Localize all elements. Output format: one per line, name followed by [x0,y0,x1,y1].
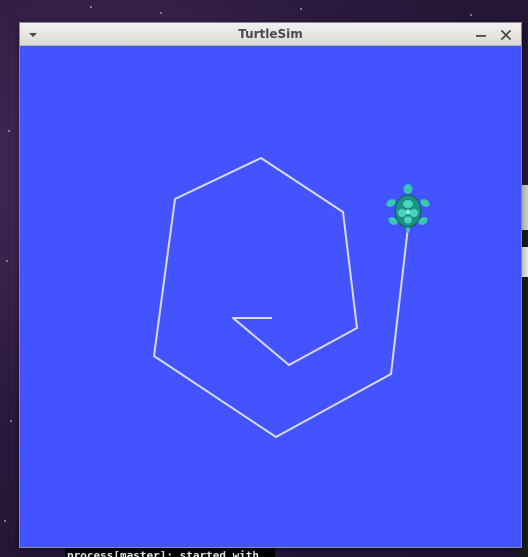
canvas-drawing [153,157,431,438]
window-title: TurtleSim [238,27,303,41]
title-bar[interactable]: TurtleSim [20,23,521,46]
star [300,8,302,10]
star [470,14,472,16]
chevron-down-icon[interactable] [26,27,40,41]
turtle-icon[interactable] [385,184,431,233]
star [90,6,92,8]
star [6,260,8,262]
star [10,420,12,422]
terminal-output-line: process[master]: started with [67,549,260,557]
turtle-canvas[interactable] [20,46,521,547]
star [160,12,162,14]
star [8,130,10,132]
minimize-icon[interactable] [474,27,488,41]
star [4,520,6,522]
turtle-path [153,157,409,438]
desktop-background: process[master]: started with TurtleSim [0,0,528,557]
turtlesim-window[interactable]: TurtleSim [20,23,521,547]
close-icon[interactable] [499,27,513,41]
